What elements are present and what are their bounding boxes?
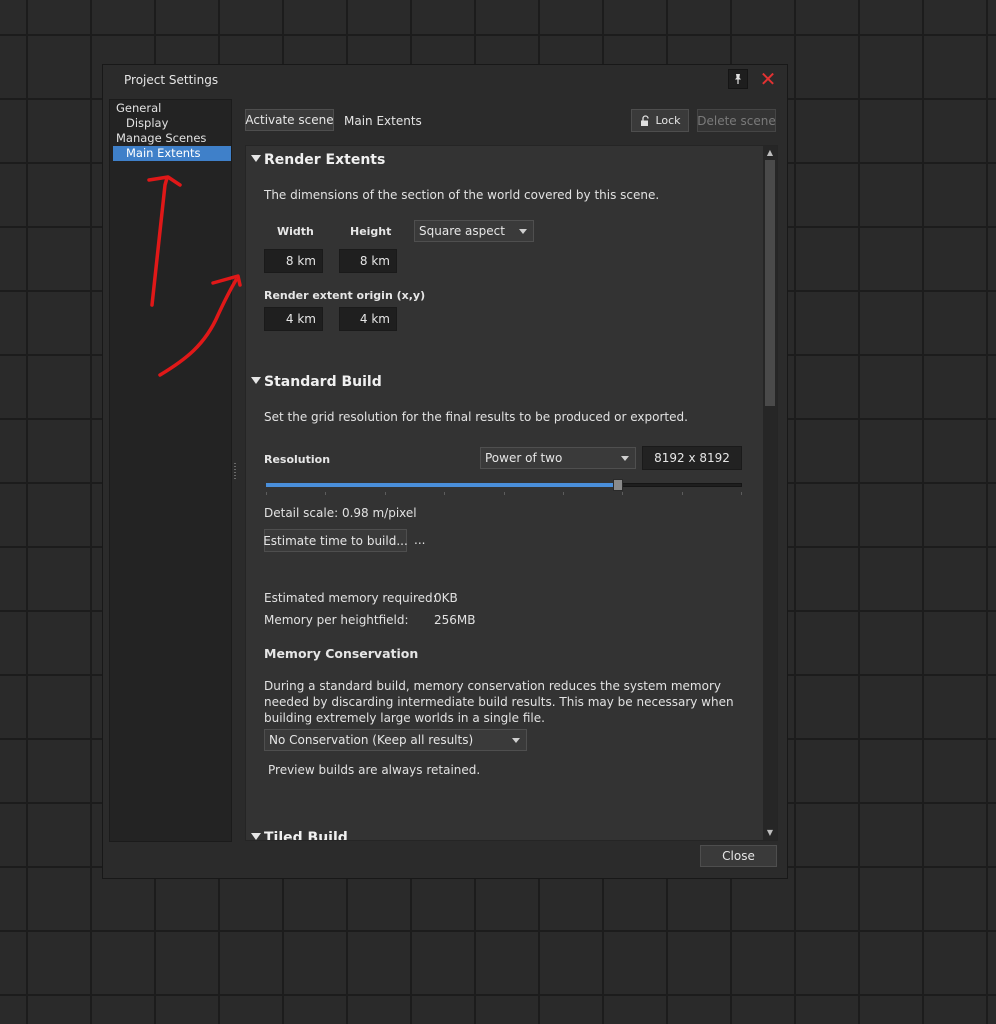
settings-tree: General Display Manage Scenes Main Exten… — [109, 99, 232, 842]
height-label: Height — [350, 225, 392, 238]
splitter-handle[interactable] — [234, 463, 236, 481]
slider-tick — [622, 492, 623, 495]
close-button[interactable]: Close — [700, 845, 777, 867]
slider-tick — [444, 492, 445, 495]
resolution-mode-value: Power of two — [485, 451, 563, 465]
slider-fill — [266, 483, 619, 487]
slider-handle[interactable] — [613, 479, 624, 491]
resolution-value: 8192 x 8192 — [642, 446, 742, 470]
resolution-slider[interactable] — [266, 479, 742, 500]
tree-item-manage-scenes[interactable]: Manage Scenes — [110, 131, 231, 146]
estimate-time-button[interactable]: Estimate time to build... — [263, 529, 408, 552]
height-field[interactable]: 8 km — [339, 249, 397, 273]
origin-x-field[interactable]: 4 km — [264, 307, 323, 331]
standard-build-title: Standard Build — [264, 374, 382, 390]
standard-build-description: Set the grid resolution for the final re… — [264, 410, 688, 424]
render-extents-header[interactable]: Render Extents — [251, 152, 385, 168]
render-extents-title: Render Extents — [264, 152, 386, 168]
tiled-build-title: Tiled Build — [264, 830, 348, 841]
collapse-triangle-icon — [251, 833, 261, 840]
width-field[interactable]: 8 km — [264, 249, 323, 273]
mem-heightfield-value: 256MB — [434, 613, 476, 627]
scroll-up-icon[interactable]: ▲ — [765, 148, 775, 158]
tree-item-main-extents[interactable]: Main Extents — [113, 146, 231, 161]
collapse-triangle-icon — [251, 155, 261, 162]
scrollbar[interactable]: ▲ ▼ — [763, 146, 777, 840]
estimate-result: ... — [414, 533, 426, 547]
pin-button[interactable] — [728, 69, 748, 89]
tiled-build-header[interactable]: Tiled Build — [251, 830, 348, 841]
conservation-dropdown[interactable]: No Conservation (Keep all results) — [264, 729, 527, 751]
render-extents-description: The dimensions of the section of the wor… — [264, 188, 660, 202]
dialog-title: Project Settings — [124, 73, 219, 87]
origin-y-field[interactable]: 4 km — [339, 307, 397, 331]
chevron-down-icon — [512, 738, 520, 743]
slider-tick — [741, 492, 742, 495]
chevron-down-icon — [519, 229, 527, 234]
aspect-value: Square aspect — [419, 224, 505, 238]
slider-tick — [266, 492, 267, 495]
slider-tick — [504, 492, 505, 495]
collapse-triangle-icon — [251, 377, 261, 384]
detail-scale: Detail scale: 0.98 m/pixel — [264, 506, 417, 520]
slider-tick — [385, 492, 386, 495]
slider-tick — [563, 492, 564, 495]
mem-heightfield-label: Memory per heightfield: — [264, 613, 409, 627]
lock-icon — [641, 114, 650, 126]
scrollbar-thumb[interactable] — [765, 160, 775, 406]
activate-scene-button[interactable]: Activate scene — [245, 109, 334, 131]
preview-note: Preview builds are always retained. — [268, 763, 481, 777]
slider-tick — [325, 492, 326, 495]
aspect-dropdown[interactable]: Square aspect — [414, 220, 534, 242]
pin-icon — [735, 74, 741, 84]
resolution-label: Resolution — [264, 453, 331, 466]
memory-conservation-text: During a standard build, memory conserva… — [264, 679, 734, 725]
project-settings-dialog: Project Settings ✕ General Display Manag… — [103, 65, 787, 878]
settings-panel: ▲ ▼ Render Extents The dimensions of the… — [245, 145, 778, 841]
close-icon[interactable]: ✕ — [759, 69, 777, 89]
chevron-down-icon — [621, 456, 629, 461]
standard-build-header[interactable]: Standard Build — [251, 374, 382, 390]
scene-name: Main Extents — [344, 114, 422, 128]
scroll-down-icon[interactable]: ▼ — [765, 828, 775, 838]
mem-required-value: 0KB — [434, 591, 458, 605]
tree-item-display[interactable]: Display — [110, 116, 231, 131]
width-label: Width — [277, 225, 314, 238]
resolution-mode-dropdown[interactable]: Power of two — [480, 447, 636, 469]
slider-tick — [682, 492, 683, 495]
tree-item-general[interactable]: General — [110, 101, 231, 116]
mem-required-label: Estimated memory required: — [264, 591, 437, 605]
lock-label: Lock — [655, 114, 681, 127]
lock-button[interactable]: Lock — [631, 109, 689, 132]
memory-conservation-title: Memory Conservation — [264, 646, 419, 661]
origin-label: Render extent origin (x,y) — [264, 289, 426, 302]
delete-scene-button[interactable]: Delete scene — [697, 109, 776, 132]
conservation-value: No Conservation (Keep all results) — [269, 733, 474, 747]
